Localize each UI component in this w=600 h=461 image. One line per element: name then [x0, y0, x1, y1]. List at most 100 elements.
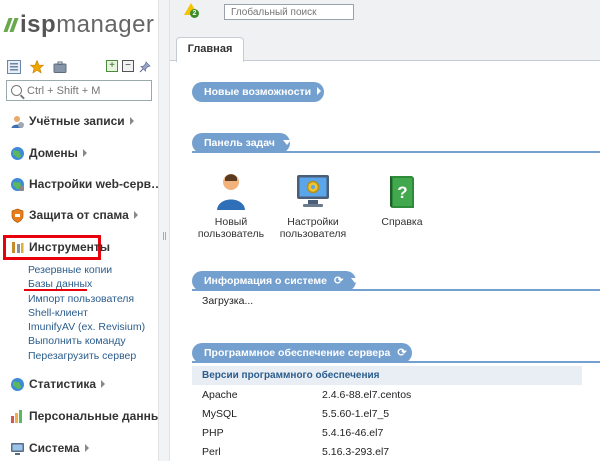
chevron-right-icon [101, 380, 106, 388]
chevron-down-icon [282, 140, 291, 145]
submenu-item-run-command[interactable]: Выполнить команду [28, 334, 145, 348]
task-panel-label: Панель задач [204, 137, 275, 149]
search-icon [11, 85, 22, 96]
sidebar-item-label: Защита от спама [29, 208, 129, 222]
logo-text: ispmanager [20, 11, 155, 38]
refresh-icon[interactable]: ⟳ [334, 271, 343, 291]
shield-spam-icon [10, 208, 25, 223]
software-version: 5.4.16-46.el7 [322, 427, 384, 439]
menu-list-icon[interactable] [6, 60, 21, 75]
collapse-all-icon[interactable]: − [122, 60, 134, 72]
sidebar-item-label: Статистика [29, 377, 97, 391]
chevron-right-icon [129, 117, 134, 125]
task-help[interactable]: ? Справка [367, 172, 437, 228]
server-software-header[interactable]: Программное обеспечение сервера ⟳ [192, 343, 423, 363]
user-accounts-icon [10, 114, 25, 129]
system-info-label: Информация о системе [204, 275, 327, 287]
sidebar: ispmanager + − Учётные записи [0, 0, 177, 461]
new-features-label: Новые возможности [204, 86, 312, 98]
system-info-header[interactable]: Информация о системе ⟳ [192, 271, 360, 291]
logo-mark-icon [3, 18, 19, 32]
main-content: Новые возможности Панель задач Новый пол… [170, 62, 600, 461]
section-divider [192, 289, 600, 291]
sidebar-item-web-settings[interactable]: Настройки web-серв… [10, 173, 163, 195]
logo[interactable]: ispmanager [3, 10, 155, 40]
topbar: 2 [170, 0, 600, 24]
sidebar-search[interactable] [6, 80, 152, 101]
submenu-item-import-user[interactable]: Импорт пользователя [28, 292, 145, 306]
software-name: MySQL [202, 408, 238, 420]
sidebar-item-label: Персональные данные [29, 409, 168, 423]
favorites-star-icon[interactable] [29, 60, 44, 75]
pin-icon[interactable] [138, 60, 152, 74]
sidebar-item-accounts[interactable]: Учётные записи [10, 110, 134, 132]
notification-count-badge: 2 [190, 9, 199, 18]
expand-all-icon[interactable]: + [106, 60, 118, 72]
tools-submenu: Резервные копии Базы данных Импорт польз… [28, 263, 145, 363]
section-divider [192, 361, 600, 363]
submenu-item-reboot[interactable]: Перезагрузить сервер [28, 349, 145, 363]
web-globe-icon [10, 177, 25, 192]
software-version: 2.4.6-88.el7.centos [322, 389, 412, 401]
submenu-item-shell-client[interactable]: Shell-клиент [28, 306, 145, 320]
table-row: PHP 5.4.16-46.el7 [202, 424, 383, 442]
chevron-down-icon [414, 350, 423, 355]
bar-chart-icon [10, 409, 25, 424]
tab-main[interactable]: Главная [176, 37, 244, 62]
sidebar-item-system[interactable]: Система [10, 437, 89, 459]
sidebar-item-domains[interactable]: Домены [10, 142, 87, 164]
loading-text: Загрузка... [202, 295, 254, 307]
sidebar-item-label: Учётные записи [29, 114, 125, 128]
global-search-input[interactable] [224, 4, 354, 20]
user-settings-icon [295, 172, 331, 210]
sidebar-item-label: Система [29, 441, 80, 455]
statistics-globe-icon [10, 377, 25, 392]
globe-icon [10, 146, 25, 161]
help-book-icon: ? [384, 172, 420, 210]
sidebar-item-label: Настройки web-серв… [29, 177, 164, 191]
chevron-right-icon [82, 149, 87, 157]
submenu-item-backups[interactable]: Резервные копии [28, 263, 145, 277]
table-row: Perl 5.16.3-293.el7 [202, 443, 389, 461]
table-row: MySQL 5.5.60-1.el7_5 [202, 405, 389, 423]
new-features-button[interactable]: Новые возможности [192, 82, 324, 102]
task-label: Справка [381, 216, 423, 228]
task-new-user[interactable]: Новый пользователь [196, 172, 266, 240]
sidebar-splitter[interactable] [158, 0, 170, 461]
sidebar-item-tools[interactable]: Инструменты [10, 236, 110, 258]
new-user-icon [213, 172, 249, 210]
briefcase-icon[interactable] [52, 60, 67, 75]
submenu-item-imunifyav[interactable]: ImunifyAV (ex. Revisium) [28, 320, 145, 334]
task-label: Настройки пользователя [279, 216, 347, 240]
tools-icon [10, 240, 25, 255]
splitter-grip-icon [163, 232, 166, 240]
sidebar-item-personal-data[interactable]: Персональные данные [10, 405, 177, 427]
software-version: 5.16.3-293.el7 [322, 446, 390, 458]
chevron-right-icon [84, 444, 89, 452]
software-name: PHP [202, 427, 224, 439]
chevron-right-icon [317, 87, 322, 95]
sidebar-item-spam[interactable]: Защита от спама [10, 204, 138, 226]
sidebar-item-label: Инструменты [29, 240, 111, 254]
software-table-header: Версии программного обеспечения [192, 366, 582, 385]
svg-text:?: ? [397, 183, 407, 202]
sidebar-search-input[interactable] [27, 84, 147, 97]
system-monitor-icon [10, 441, 25, 456]
chevron-right-icon [133, 211, 138, 219]
section-divider [192, 151, 600, 153]
refresh-icon[interactable]: ⟳ [397, 343, 406, 363]
sidebar-item-statistics[interactable]: Статистика [10, 373, 106, 395]
databases-underline [24, 289, 87, 291]
sidebar-item-label: Домены [29, 146, 78, 160]
software-version: 5.5.60-1.el7_5 [322, 408, 390, 420]
server-software-label: Программное обеспечение сервера [204, 347, 391, 359]
chevron-down-icon [351, 278, 360, 283]
tab-strip: Главная [170, 24, 600, 62]
task-user-settings[interactable]: Настройки пользователя [278, 172, 348, 240]
task-label: Новый пользователь [197, 216, 265, 240]
table-row: Apache 2.4.6-88.el7.centos [202, 386, 411, 404]
sidebar-toolbar: + − [6, 58, 152, 76]
software-name: Perl [202, 446, 221, 458]
software-name: Apache [202, 389, 238, 401]
task-panel-header[interactable]: Панель задач [192, 133, 291, 153]
